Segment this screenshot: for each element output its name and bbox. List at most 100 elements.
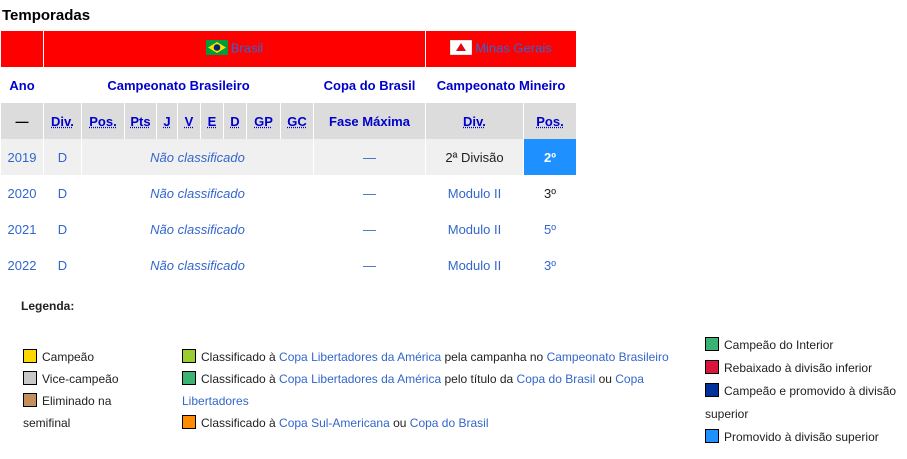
copa-cell[interactable]: — bbox=[314, 211, 425, 247]
status-cell[interactable]: Não classificado bbox=[82, 175, 313, 211]
mdiv-cell: 2ª Divisão bbox=[426, 139, 523, 175]
legend-item-campeao-promovido: Campeão e promovido à divisão bbox=[705, 380, 905, 403]
legend-item-rebaixado: Rebaixado à divisão inferior bbox=[705, 357, 905, 380]
legend-col-2: Classificado à Copa Libertadores da Amér… bbox=[182, 346, 682, 434]
legend-item-libertadores-2: Classificado à Copa Libertadores da Amér… bbox=[182, 368, 682, 390]
table-row: 2019 D Não classificado — 2ª Divisão 2º bbox=[1, 139, 576, 175]
mpos-cell[interactable]: 5º bbox=[524, 211, 576, 247]
year-link[interactable]: 2020 bbox=[1, 175, 43, 211]
legend-text: Classificado à bbox=[201, 350, 280, 364]
copa-cell[interactable]: — bbox=[314, 175, 425, 211]
copa-libertadores-link-cont[interactable]: Libertadores bbox=[182, 394, 249, 408]
col-d[interactable]: D bbox=[224, 103, 246, 139]
mpos-cell: 2º bbox=[524, 139, 576, 175]
bronze-swatch bbox=[23, 393, 37, 407]
state-link[interactable]: Minas Gerais bbox=[475, 40, 552, 55]
legend-item-interior: Campeão do Interior bbox=[705, 334, 905, 357]
col-pos[interactable]: Pos. bbox=[82, 103, 124, 139]
status-cell[interactable]: Não classificado bbox=[82, 247, 313, 283]
minas-gerais-flag-icon bbox=[449, 39, 473, 58]
div-cell[interactable]: D bbox=[44, 247, 81, 283]
legend-text: ou bbox=[389, 416, 410, 430]
legend-item-semifinal: Eliminado na bbox=[23, 390, 119, 412]
country-link[interactable]: Brasil bbox=[231, 40, 264, 55]
table-row: 2022 D Não classificado — Modulo II 3º bbox=[1, 247, 576, 283]
legend-text: Classificado à bbox=[201, 372, 280, 386]
col-v[interactable]: V bbox=[178, 103, 200, 139]
libertadores-link[interactable]: Copa Libertadores da América bbox=[279, 350, 441, 364]
copa-cell[interactable]: — bbox=[314, 139, 425, 175]
legend-item-semifinal-cont: semifinal bbox=[23, 416, 71, 430]
col-gc[interactable]: GC bbox=[281, 103, 313, 139]
col-ano: Ano bbox=[9, 77, 35, 93]
status-cell[interactable]: Não classificado bbox=[82, 211, 313, 247]
gold-swatch bbox=[23, 349, 37, 363]
table-row: 2020 D Não classificado — Modulo II 3º bbox=[1, 175, 576, 211]
col-mpos[interactable]: Pos. bbox=[524, 103, 576, 139]
copa-cell[interactable]: — bbox=[314, 247, 425, 283]
subheader-row: Ano Campeonato Brasileiro Copa do Brasil… bbox=[1, 67, 576, 103]
legend-item-libertadores-2-cont: Libertadores bbox=[182, 390, 682, 412]
legend-label: Eliminado na bbox=[42, 394, 112, 408]
col-mineiro[interactable]: Campeonato Mineiro bbox=[426, 67, 576, 103]
header-state: Minas Gerais bbox=[426, 31, 576, 67]
rebaixado-swatch bbox=[705, 360, 719, 374]
mdiv-cell[interactable]: Modulo II bbox=[426, 247, 523, 283]
legend-col-3: Campeão do Interior Rebaixado à divisão … bbox=[705, 334, 905, 449]
legend-item-sulamericana: Classificado à Copa Sul-Americana ou Cop… bbox=[182, 412, 682, 434]
campeao-promovido-swatch bbox=[705, 383, 719, 397]
legend-item-campeao: Campeão bbox=[23, 346, 119, 368]
div-cell[interactable]: D bbox=[44, 211, 81, 247]
col-mdiv[interactable]: Div. bbox=[426, 103, 523, 139]
legend-label: Campeão bbox=[42, 350, 95, 364]
div-cell[interactable]: D bbox=[44, 139, 81, 175]
legend-item-promovido: Promovido à divisão superior bbox=[705, 426, 905, 449]
col-fase: Fase Máxima bbox=[314, 103, 425, 139]
col-gp[interactable]: GP bbox=[247, 103, 280, 139]
section-title: Temporadas bbox=[2, 7, 91, 24]
header-empty-cell bbox=[1, 31, 43, 67]
legend-title: Legenda: bbox=[21, 299, 75, 313]
mpos-cell[interactable]: 3º bbox=[524, 247, 576, 283]
copa-do-brasil-link[interactable]: Copa do Brasil bbox=[517, 372, 596, 386]
legend-item-vice: Vice-campeão bbox=[23, 368, 119, 390]
col-dash: — bbox=[1, 103, 43, 139]
libertadores-link[interactable]: Copa Libertadores da América bbox=[279, 372, 441, 386]
div-cell[interactable]: D bbox=[44, 175, 81, 211]
copa-libertadores-link[interactable]: Copa bbox=[615, 372, 644, 386]
legend-col-1: Campeão Vice-campeão Eliminado na semifi… bbox=[23, 346, 119, 434]
legend-label: Campeão do Interior bbox=[724, 338, 834, 352]
seasons-table: Brasil Minas Gerais Ano Campeonato Brasi… bbox=[0, 31, 577, 283]
mdiv-cell[interactable]: Modulo II bbox=[426, 175, 523, 211]
legend-text: pela campanha no bbox=[441, 350, 547, 364]
lime-swatch bbox=[182, 349, 196, 363]
green-swatch bbox=[182, 371, 196, 385]
col-div[interactable]: Div. bbox=[44, 103, 81, 139]
col-e[interactable]: E bbox=[201, 103, 223, 139]
year-link[interactable]: 2021 bbox=[1, 211, 43, 247]
legend-item-campeao-promovido-cont: superior bbox=[705, 407, 749, 421]
col-copa[interactable]: Copa do Brasil bbox=[314, 67, 425, 103]
col-pts[interactable]: Pts bbox=[125, 103, 156, 139]
legend-text: Classificado à bbox=[201, 416, 280, 430]
columns-row: — Div. Pos. Pts J V E D GP GC Fase Máxim… bbox=[1, 103, 576, 139]
sul-americana-link[interactable]: Copa Sul-Americana bbox=[279, 416, 390, 430]
status-cell[interactable]: Não classificado bbox=[82, 139, 313, 175]
legend-label: Campeão e promovido à divisão bbox=[724, 384, 897, 398]
brasileiro-link[interactable]: Campeonato Brasileiro bbox=[547, 350, 669, 364]
brazil-flag-icon bbox=[205, 40, 228, 58]
year-link[interactable]: 2019 bbox=[1, 139, 43, 175]
legend-label: Vice-campeão bbox=[42, 372, 119, 386]
silver-swatch bbox=[23, 371, 37, 385]
promovido-swatch bbox=[705, 429, 719, 443]
legend-text: pelo título da bbox=[441, 372, 517, 386]
copa-do-brasil-link[interactable]: Copa do Brasil bbox=[410, 416, 489, 430]
legend-text: ou bbox=[595, 372, 616, 386]
mdiv-cell[interactable]: Modulo II bbox=[426, 211, 523, 247]
col-j[interactable]: J bbox=[157, 103, 177, 139]
table-row: 2021 D Não classificado — Modulo II 5º bbox=[1, 211, 576, 247]
interior-swatch bbox=[705, 337, 719, 351]
col-brasileiro[interactable]: Campeonato Brasileiro bbox=[44, 67, 313, 103]
year-link[interactable]: 2022 bbox=[1, 247, 43, 283]
legend-item-libertadores-1: Classificado à Copa Libertadores da Amér… bbox=[182, 346, 682, 368]
